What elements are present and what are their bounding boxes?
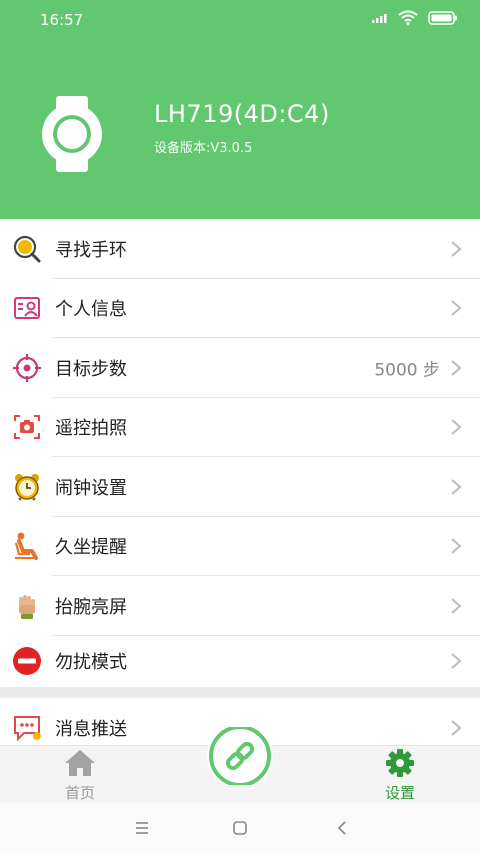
wifi-icon [398, 10, 418, 25]
watch-icon [42, 96, 102, 172]
section-divider [0, 686, 480, 698]
menu-item-target-steps[interactable]: 目标步数 5000 步 [0, 338, 480, 398]
menu-item-remote-camera[interactable]: 遥控拍照 [0, 398, 480, 457]
battery-icon [428, 10, 457, 25]
back-icon[interactable] [330, 817, 354, 839]
home-icon [65, 750, 95, 776]
menu-item-alarm[interactable]: 闹钟设置 [0, 457, 480, 517]
find-band-icon [11, 233, 43, 265]
menu-icon[interactable] [130, 817, 154, 839]
menu-item-label: 遥控拍照 [55, 418, 127, 440]
menu-item-label: 寻找手环 [55, 239, 127, 261]
menu-item-label: 目标步数 [55, 358, 127, 380]
target-steps-value: 5000 步 [374, 360, 440, 381]
menu-item-label: 闹钟设置 [55, 477, 127, 499]
settings-list: 寻找手环 个人信息 目标步数 5000 步 遥控拍照 闹钟设置 久坐提醒 抬腕亮… [0, 219, 480, 758]
sitting-person-icon [11, 530, 43, 562]
gear-icon [386, 749, 414, 777]
menu-item-find-band[interactable]: 寻找手环 [0, 219, 480, 279]
chevron-right-icon [451, 359, 462, 376]
system-nav-bar [0, 803, 480, 853]
home-square-icon[interactable] [228, 817, 252, 839]
chevron-right-icon [451, 300, 462, 317]
device-version: 设备版本:V3.0.5 [154, 141, 253, 156]
raised-hand-icon [11, 590, 43, 622]
chevron-right-icon [451, 719, 462, 736]
chevron-right-icon [451, 419, 462, 436]
chevron-right-icon [451, 597, 462, 614]
connect-link-button[interactable] [204, 727, 276, 785]
menu-item-label: 抬腕亮屏 [55, 596, 127, 618]
status-time: 16:57 [40, 11, 84, 29]
menu-item-raise-wrist[interactable]: 抬腕亮屏 [0, 576, 480, 636]
signal-icon [372, 13, 387, 23]
chevron-right-icon [451, 478, 462, 495]
status-icons [372, 10, 458, 25]
device-name: LH719(4D:C4) [154, 100, 330, 128]
tab-settings-label: 设置 [384, 784, 415, 802]
menu-item-do-not-disturb[interactable]: 勿扰模式 [0, 636, 480, 687]
status-bar: 16:57 [0, 0, 480, 40]
chevron-right-icon [451, 653, 462, 669]
menu-item-personal-info[interactable]: 个人信息 [0, 279, 480, 338]
message-icon [11, 712, 43, 744]
target-icon [11, 352, 43, 384]
menu-item-label: 勿扰模式 [55, 652, 127, 673]
tab-home[interactable]: 首页 [30, 746, 130, 804]
chevron-right-icon [451, 240, 462, 257]
personal-info-icon [11, 292, 43, 324]
menu-item-label: 久坐提醒 [55, 537, 127, 559]
camera-icon [11, 411, 43, 443]
do-not-disturb-icon [11, 645, 43, 677]
menu-item-label: 个人信息 [55, 299, 127, 321]
alarm-clock-icon [11, 471, 43, 503]
menu-item-label: 消息推送 [55, 718, 127, 740]
chevron-right-icon [451, 538, 462, 555]
device-header: 16:57 LH719(4D:C4) 设备版本:V3.0.5 [0, 0, 480, 219]
menu-item-sedentary-reminder[interactable]: 久坐提醒 [0, 517, 480, 576]
tab-home-label: 首页 [64, 784, 95, 802]
tab-settings[interactable]: 设置 [350, 746, 450, 804]
